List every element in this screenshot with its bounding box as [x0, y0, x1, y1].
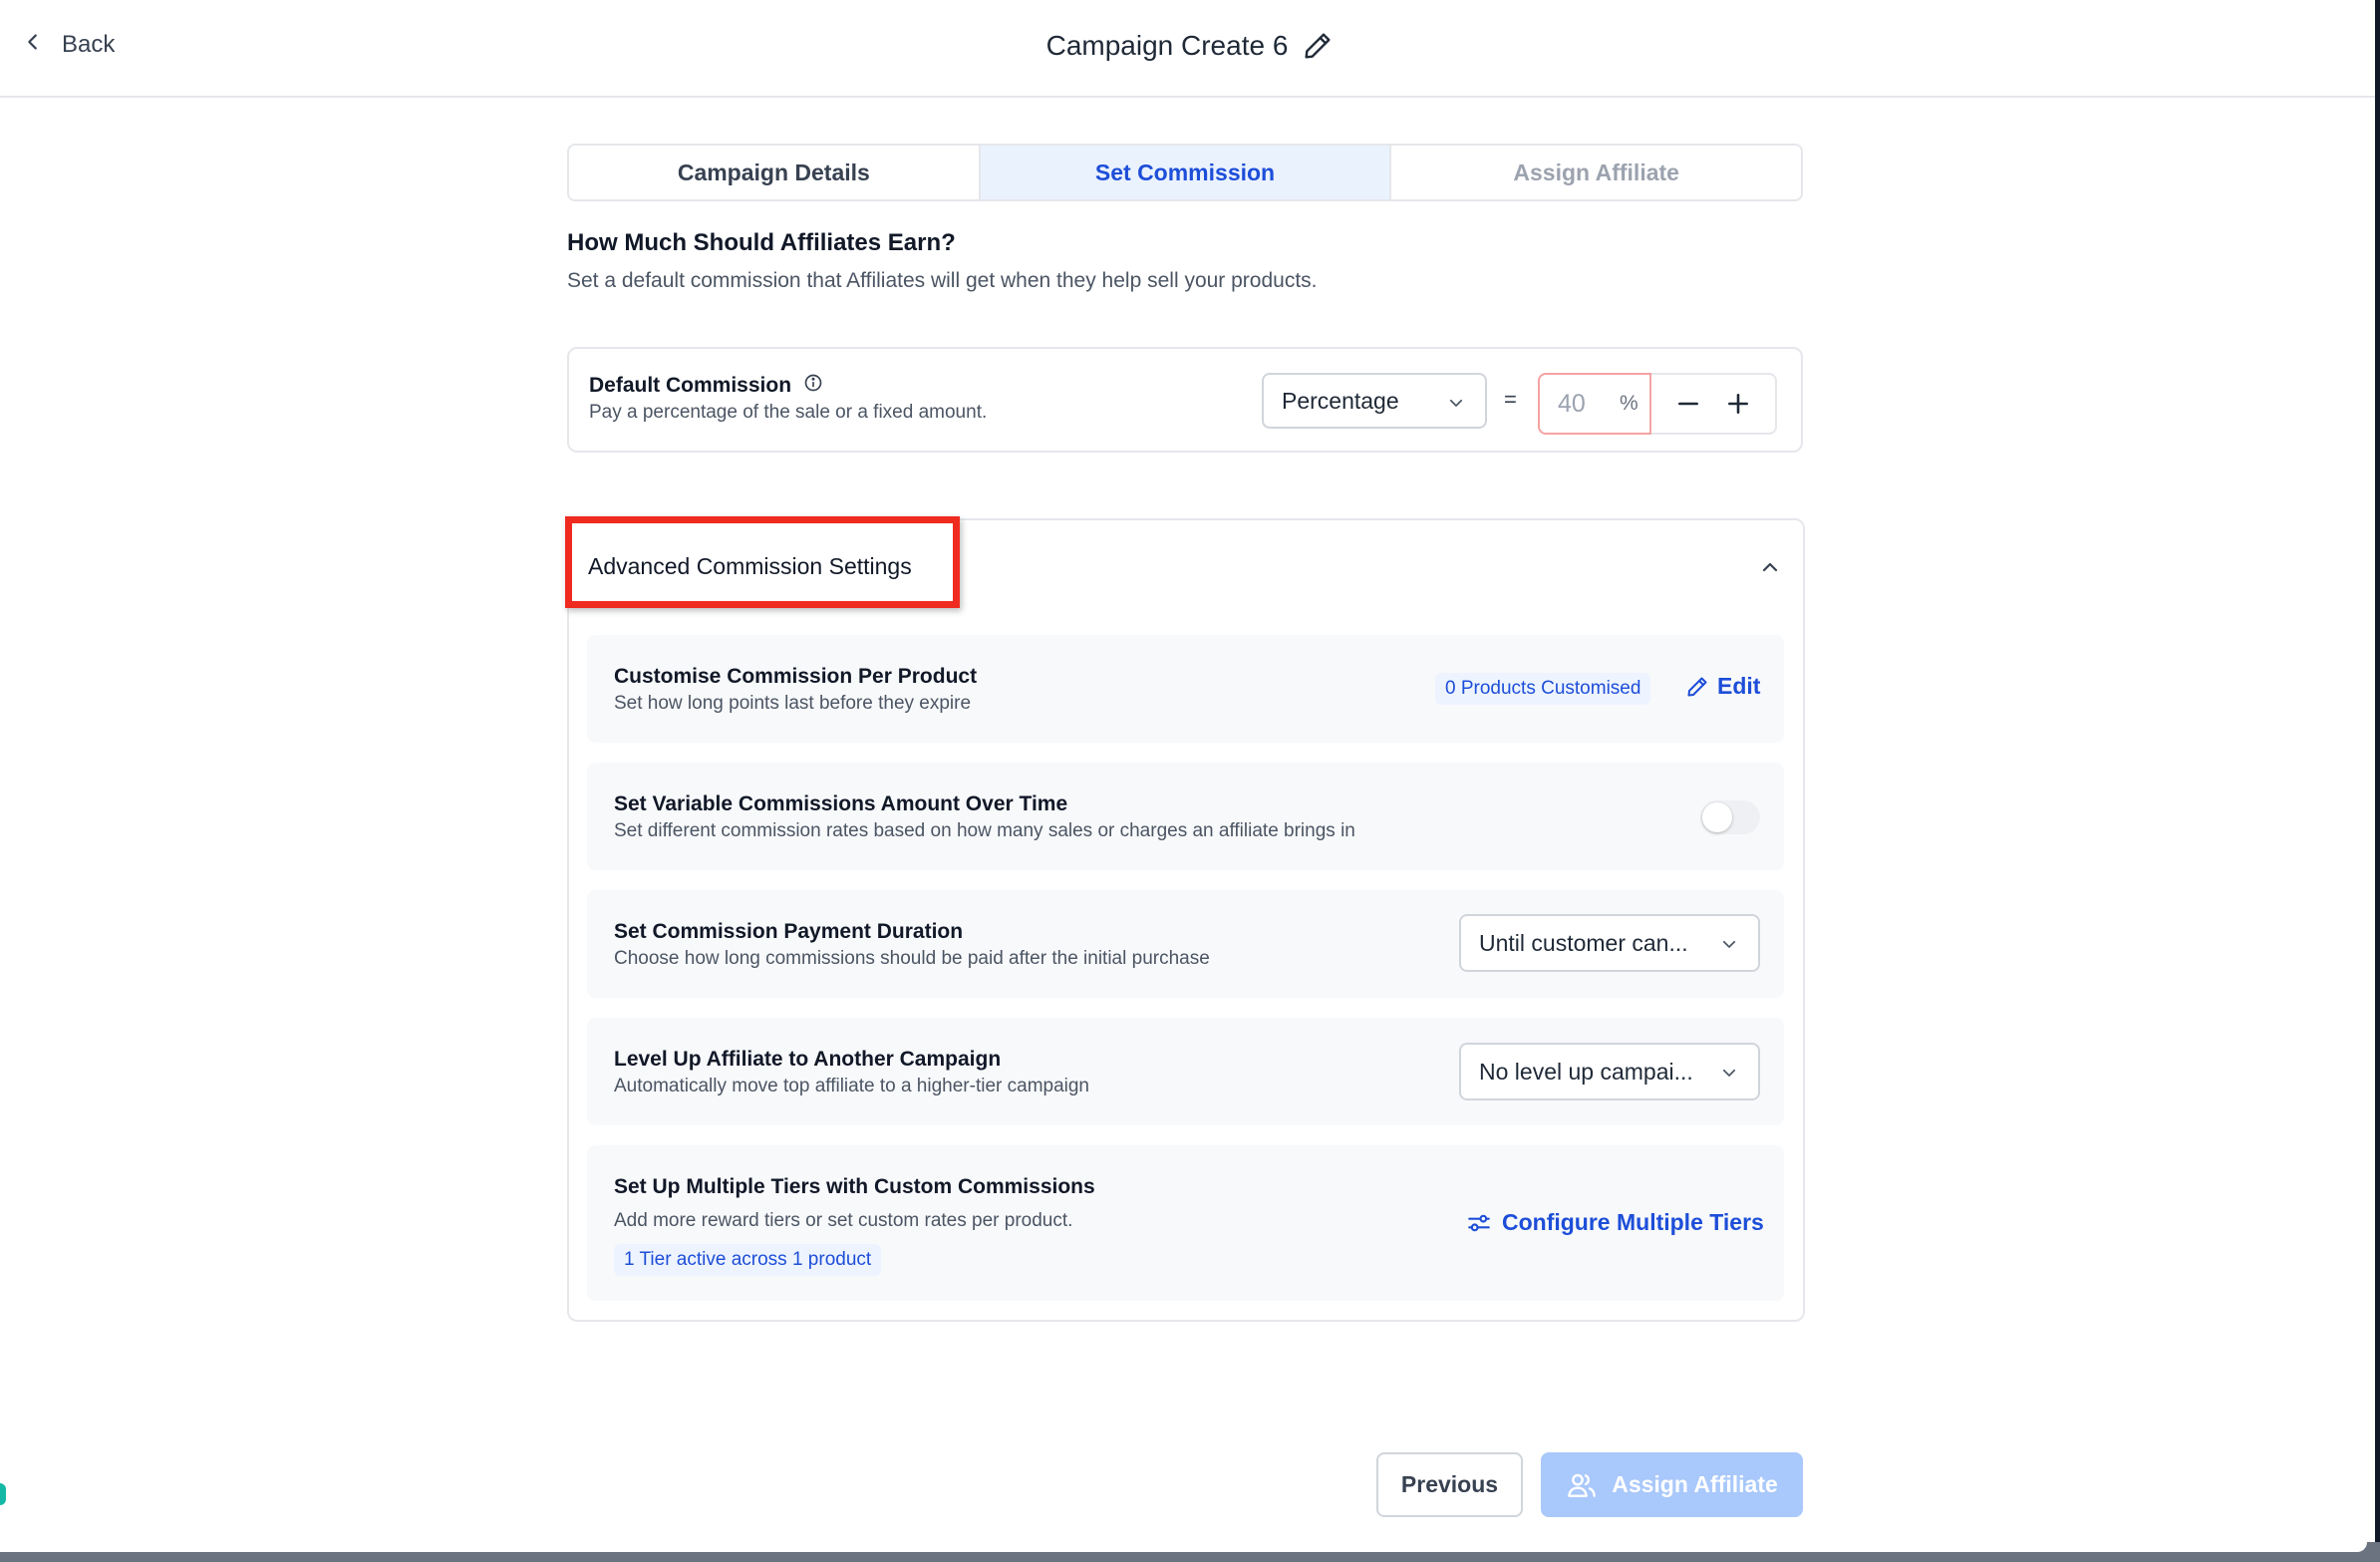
variable-commission-toggle[interactable]	[1700, 800, 1760, 834]
tab-set-commission[interactable]: Set Commission	[978, 146, 1390, 199]
assign-affiliate-label: Assign Affiliate	[1612, 1471, 1778, 1497]
commission-amount-input[interactable]: 40 %	[1538, 373, 1651, 435]
variable-commission-subtitle: Set different commission rates based on …	[614, 820, 1355, 841]
tab-assign-affiliate[interactable]: Assign Affiliate	[1389, 146, 1801, 199]
payment-duration-title: Set Commission Payment Duration	[614, 920, 964, 943]
chevron-down-icon	[1449, 399, 1463, 407]
commission-type-select[interactable]: Percentage	[1262, 373, 1487, 429]
users-icon	[1568, 1473, 1597, 1497]
default-commission-title-row: Default Commission	[589, 373, 823, 399]
per-product-row: Customise Commission Per Product Set how…	[587, 635, 1784, 743]
multiple-tiers-subtitle: Add more reward tiers or set custom rate…	[614, 1210, 1073, 1231]
level-up-subtitle: Automatically move top affiliate to a hi…	[614, 1076, 1090, 1096]
chevron-down-icon	[1722, 940, 1736, 948]
variable-commission-row: Set Variable Commissions Amount Over Tim…	[587, 763, 1784, 870]
edit-label: Edit	[1717, 673, 1761, 699]
payment-duration-select[interactable]: Until customer can...	[1459, 914, 1760, 972]
status-dot	[0, 1483, 6, 1505]
section-title: How Much Should Affiliates Earn?	[567, 229, 956, 256]
plus-icon[interactable]	[1725, 391, 1751, 417]
chevron-down-icon	[1722, 1069, 1736, 1077]
commission-amount-placeholder: 40	[1558, 389, 1586, 418]
level-up-select[interactable]: No level up campai...	[1459, 1043, 1760, 1100]
quantity-stepper	[1651, 373, 1777, 435]
level-up-value: No level up campai...	[1479, 1058, 1693, 1085]
minus-icon[interactable]	[1675, 391, 1701, 417]
payment-duration-row: Set Commission Payment Duration Choose h…	[587, 890, 1784, 998]
advanced-settings-title[interactable]: Advanced Commission Settings	[588, 553, 912, 580]
per-product-subtitle: Set how long points last before they exp…	[614, 693, 972, 714]
page-title: Campaign Create 6	[1045, 30, 1289, 61]
top-bar: Back Campaign Create 6	[0, 0, 2380, 98]
previous-button[interactable]: Previous	[1376, 1452, 1523, 1517]
assign-affiliate-button[interactable]: Assign Affiliate	[1541, 1452, 1803, 1517]
pencil-icon	[1687, 677, 1707, 696]
info-icon[interactable]	[803, 373, 823, 399]
default-commission-subtitle: Pay a percentage of the sale or a fixed …	[589, 402, 988, 423]
commission-type-value: Percentage	[1282, 387, 1399, 414]
edit-button[interactable]: Edit	[1685, 673, 1760, 700]
default-commission-card: Default Commission Pay a percentage of t…	[567, 347, 1803, 453]
step-tabs: Campaign Details Set Commission Assign A…	[567, 144, 1803, 201]
configure-tiers-button[interactable]: Configure Multiple Tiers	[1466, 1209, 1764, 1236]
commission-unit: %	[1620, 392, 1638, 415]
window-edge	[2375, 0, 2380, 1562]
per-product-title: Customise Commission Per Product	[614, 665, 978, 688]
chevron-up-icon[interactable]	[1758, 555, 1782, 579]
payment-duration-subtitle: Choose how long commissions should be pa…	[614, 948, 1210, 969]
sliders-icon	[1468, 1214, 1490, 1231]
configure-tiers-label: Configure Multiple Tiers	[1502, 1209, 1764, 1235]
equals-sign: =	[1504, 387, 1517, 412]
toggle-knob	[1702, 802, 1732, 832]
pencil-icon[interactable]	[1302, 30, 1334, 62]
variable-commission-title: Set Variable Commissions Amount Over Tim…	[614, 792, 1068, 815]
level-up-title: Level Up Affiliate to Another Campaign	[614, 1048, 1002, 1071]
tab-campaign-details[interactable]: Campaign Details	[569, 146, 979, 199]
section-subtitle: Set a default commission that Affiliates…	[567, 269, 1318, 292]
page-title-group: Campaign Create 6	[0, 26, 2380, 66]
multiple-tiers-title: Set Up Multiple Tiers with Custom Commis…	[614, 1175, 1095, 1198]
default-commission-title: Default Commission	[589, 374, 792, 397]
multiple-tiers-row: Set Up Multiple Tiers with Custom Commis…	[587, 1145, 1784, 1301]
products-customised-badge: 0 Products Customised	[1435, 673, 1651, 705]
payment-duration-value: Until customer can...	[1479, 929, 1688, 956]
tier-active-badge: 1 Tier active across 1 product	[614, 1244, 882, 1276]
window-bottom-edge	[0, 1542, 2380, 1562]
level-up-row: Level Up Affiliate to Another Campaign A…	[587, 1018, 1784, 1125]
